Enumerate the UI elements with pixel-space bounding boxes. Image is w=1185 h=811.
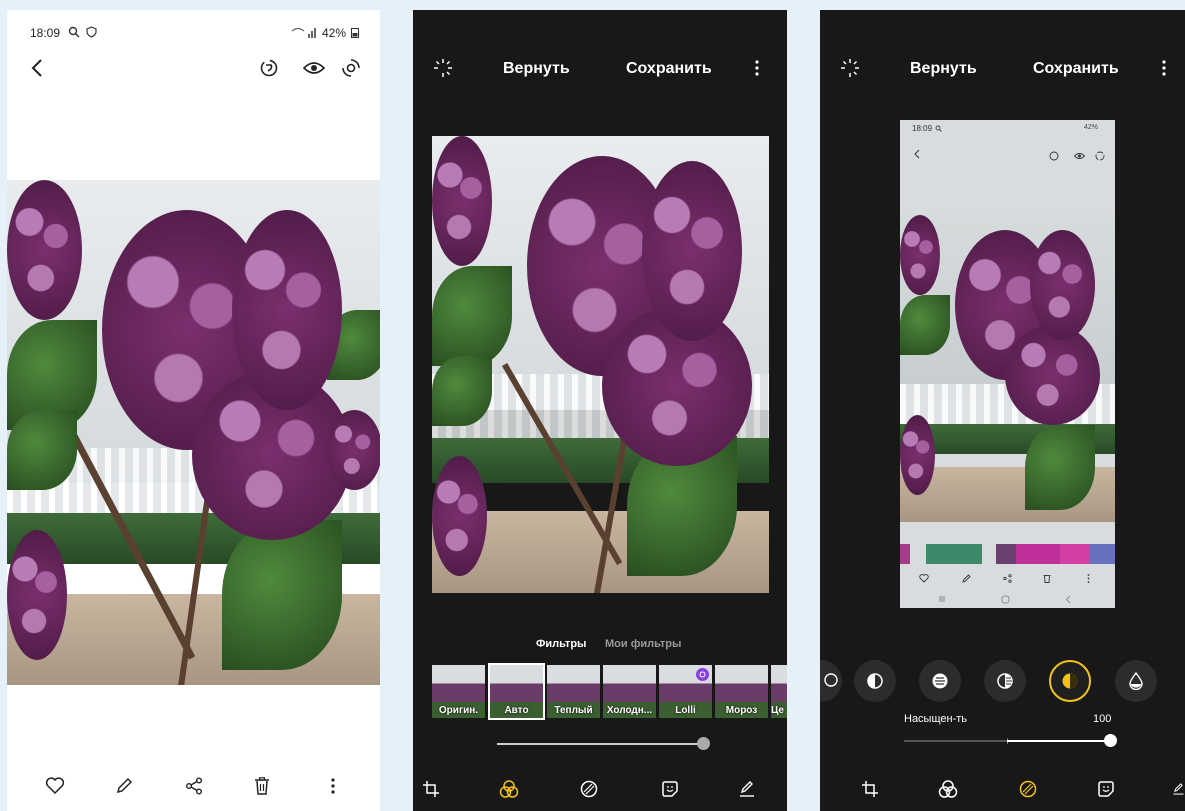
lilac-photo[interactable] (7, 180, 380, 685)
preview-heart-icon (918, 572, 930, 584)
adjust-icon[interactable] (1016, 777, 1040, 801)
slider-thumb[interactable] (1103, 734, 1117, 747)
brightness-tool[interactable] (854, 660, 896, 702)
filter-thumb[interactable]: Lolli (659, 665, 712, 718)
preview-bixby-icon (1048, 150, 1060, 162)
preview-nav-home-icon (999, 593, 1011, 605)
draw-icon[interactable] (735, 777, 759, 801)
battery-percent: 42% (322, 26, 347, 40)
filter-thumb[interactable]: Теплый (547, 665, 600, 718)
editor-adjust-screen: Вернуть Сохранить 18:09 42% Насыщен-ть 1… (820, 10, 1185, 811)
sticker-icon[interactable] (1094, 777, 1118, 801)
filter-label: Теплый (554, 705, 593, 716)
adjust-value: 100 (1093, 713, 1112, 725)
filter-label: Мороз (725, 705, 758, 716)
more-icon[interactable] (321, 774, 345, 798)
heart-icon[interactable] (43, 774, 67, 798)
preview-search-icon (934, 124, 943, 133)
tab-filters[interactable]: Фильтры (536, 638, 586, 650)
preview-remaster-icon (1094, 150, 1106, 162)
back-icon[interactable] (25, 56, 49, 80)
saturation-tool-selected[interactable] (1049, 660, 1091, 702)
preview-status-time: 18:09 (912, 124, 933, 133)
share-icon[interactable] (182, 774, 206, 798)
tab-my-filters[interactable]: Мои фильтры (605, 638, 681, 650)
filters-icon[interactable] (936, 777, 960, 801)
sticker-icon[interactable] (658, 777, 682, 801)
filter-thumb[interactable]: Мороз (715, 665, 768, 718)
preview-share-icon (1001, 572, 1013, 584)
photo-viewer-screen: 18:09 42% (7, 10, 380, 811)
filters-icon[interactable] (497, 777, 521, 801)
crop-rotate-icon[interactable] (858, 777, 882, 801)
contrast-icon (996, 672, 1014, 690)
preview-trash-icon (1041, 572, 1053, 584)
tone-icon (824, 673, 838, 687)
preview-eye-icon (1073, 150, 1085, 162)
preview-battery: 42% (1084, 124, 1099, 131)
crop-rotate-icon[interactable] (419, 777, 443, 801)
exposure-tool[interactable] (919, 660, 961, 702)
download-badge-icon (696, 668, 709, 681)
pencil-icon[interactable] (112, 774, 136, 798)
filter-intensity-slider[interactable] (497, 737, 710, 750)
filter-thumb-selected[interactable]: Авто (488, 663, 545, 720)
revert-button[interactable]: Вернуть (503, 60, 570, 78)
adjust-icon[interactable] (577, 777, 601, 801)
status-time: 18:09 (30, 26, 61, 40)
slider-fill (1007, 740, 1110, 742)
tint-tool[interactable] (1115, 660, 1157, 702)
exposure-icon (931, 672, 949, 690)
eye-icon[interactable] (302, 56, 326, 80)
slider-fill (497, 743, 703, 745)
drop-icon (1129, 672, 1143, 690)
auto-enhance-icon[interactable] (838, 56, 862, 80)
filter-label: Авто (504, 705, 529, 716)
filter-label: Оригин. (438, 705, 479, 716)
filter-thumb[interactable]: Холодн... (603, 665, 656, 718)
edited-photo[interactable] (432, 136, 769, 593)
bixby-vision-icon[interactable] (257, 56, 281, 80)
adjust-tool-partial[interactable] (820, 660, 842, 702)
search-icon (67, 25, 81, 39)
preview-thumbnail-strip (900, 544, 1115, 564)
filter-thumb[interactable]: Оригин. (432, 665, 485, 718)
trash-icon[interactable] (250, 774, 274, 798)
filter-label: Lolli (675, 705, 696, 716)
preview-back-icon (912, 148, 922, 160)
more-icon[interactable] (1152, 56, 1176, 80)
brightness-icon (866, 672, 884, 690)
filter-thumb[interactable]: Це (771, 665, 787, 718)
screenshot-preview[interactable]: 18:09 42% (900, 120, 1115, 608)
save-button[interactable]: Сохранить (1033, 60, 1119, 78)
draw-icon[interactable] (1172, 777, 1185, 801)
editor-filters-screen: Вернуть Сохранить Фильтры Мои фильтры Ор… (413, 10, 787, 811)
revert-button[interactable]: Вернуть (910, 60, 977, 78)
auto-enhance-icon[interactable] (431, 56, 455, 80)
preview-nav-recent-icon (936, 593, 948, 605)
filter-label: Це (771, 705, 784, 716)
preview-photo (900, 215, 1115, 522)
battery-icon (350, 26, 360, 38)
shield-icon (84, 25, 98, 39)
saturation-slider[interactable] (904, 734, 1117, 747)
adjust-label: Насыщен-ть (904, 713, 968, 725)
preview-pencil-icon (960, 572, 972, 584)
contrast-tool[interactable] (984, 660, 1026, 702)
signal-icon (289, 25, 319, 39)
filter-label: Холодн... (606, 705, 653, 716)
preview-nav-back-icon (1062, 593, 1074, 605)
save-button[interactable]: Сохранить (626, 60, 712, 78)
slider-thumb[interactable] (696, 737, 710, 750)
remaster-icon[interactable] (339, 56, 363, 80)
saturation-icon (1061, 672, 1079, 690)
more-icon[interactable] (745, 56, 769, 80)
preview-more-icon (1082, 572, 1094, 584)
